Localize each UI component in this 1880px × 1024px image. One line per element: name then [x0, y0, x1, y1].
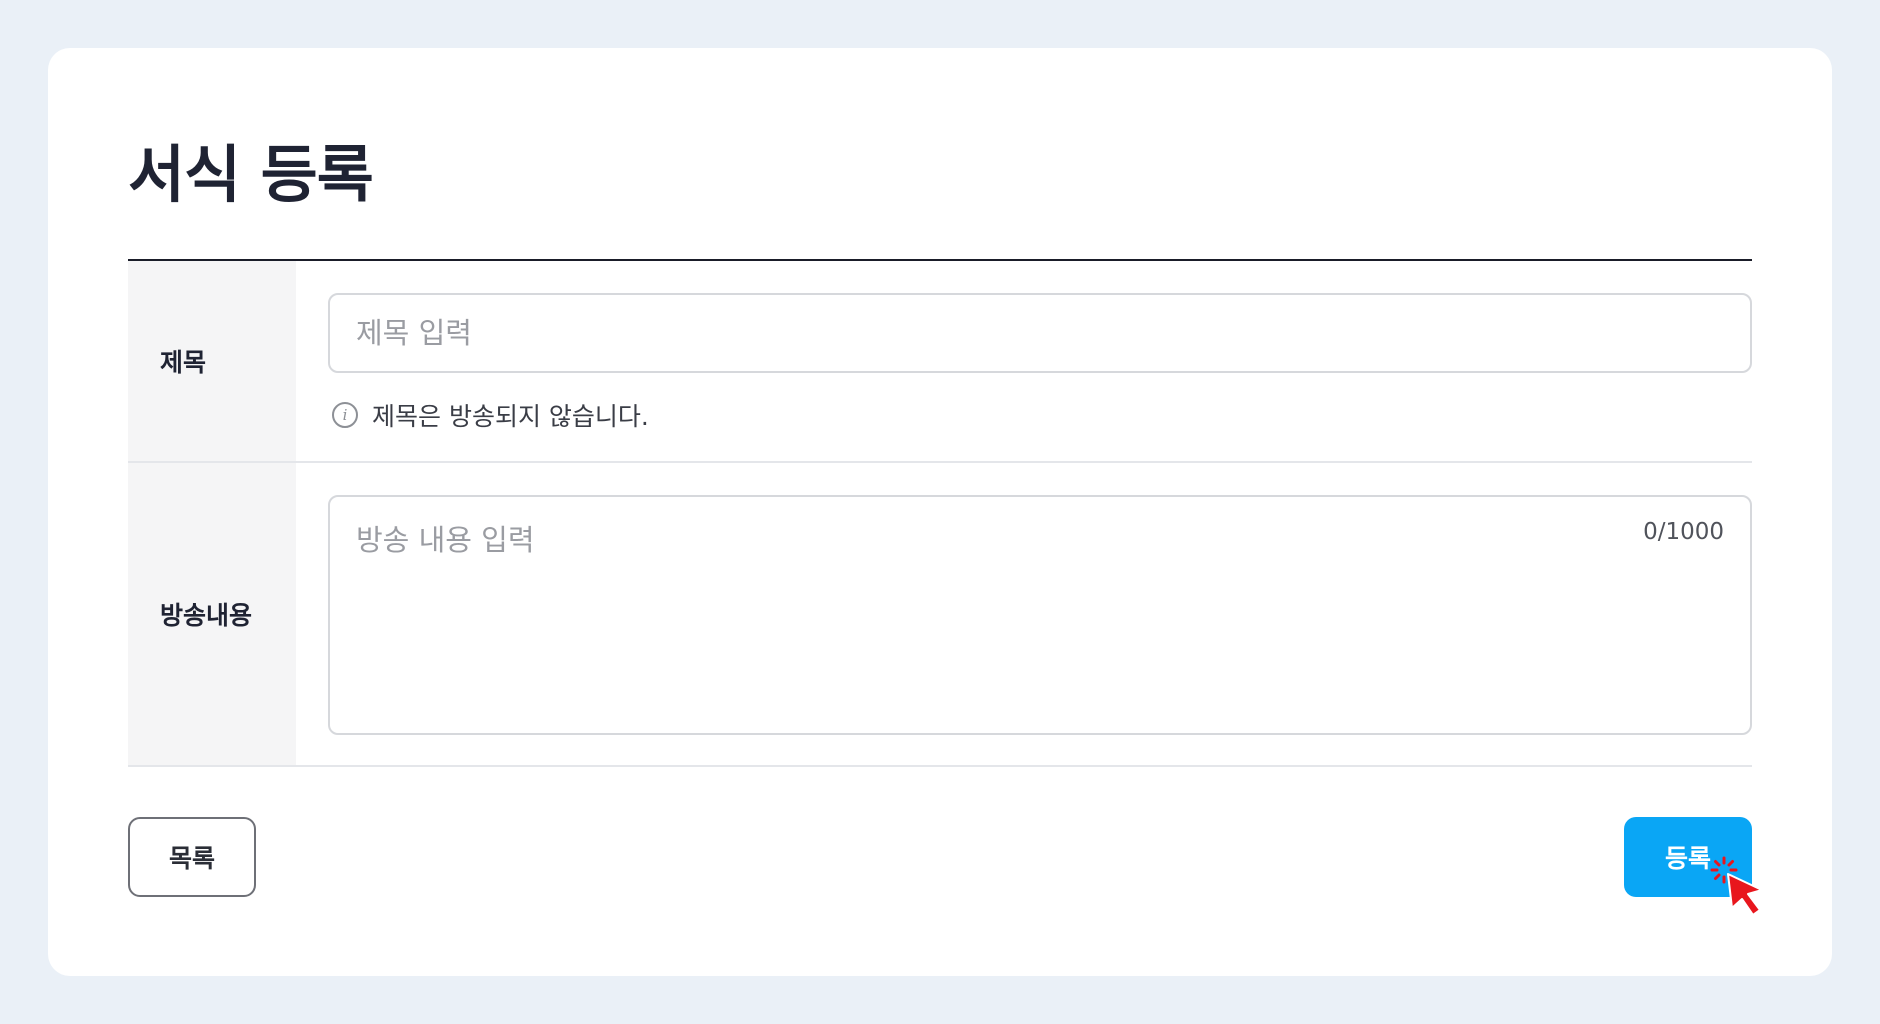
content-label: 방송내용	[128, 463, 296, 765]
title-input[interactable]	[328, 293, 1752, 373]
title-field-cell: i 제목은 방송되지 않습니다.	[296, 261, 1752, 461]
list-button[interactable]: 목록	[128, 817, 256, 897]
page-title: 서식 등록	[128, 138, 374, 211]
click-cursor-icon	[1710, 856, 1763, 916]
title-hint: i 제목은 방송되지 않습니다.	[332, 397, 1752, 433]
title-hint-text: 제목은 방송되지 않습니다.	[372, 402, 649, 431]
content-row: 방송내용 0/1000	[128, 463, 1752, 767]
info-icon: i	[332, 402, 358, 428]
title-row: 제목 i 제목은 방송되지 않습니다.	[128, 261, 1752, 463]
content-textarea[interactable]	[328, 495, 1752, 735]
content-textarea-wrap: 0/1000	[328, 495, 1752, 735]
char-count: 0/1000	[1643, 519, 1724, 545]
form-card: 서식 등록 제목 i 제목은 방송되지 않습니다. 방송내용 0/1000 목록	[48, 48, 1832, 976]
content-field-cell: 0/1000	[296, 463, 1752, 765]
title-label: 제목	[128, 261, 296, 461]
form-table: 제목 i 제목은 방송되지 않습니다. 방송내용 0/1000	[128, 259, 1752, 767]
